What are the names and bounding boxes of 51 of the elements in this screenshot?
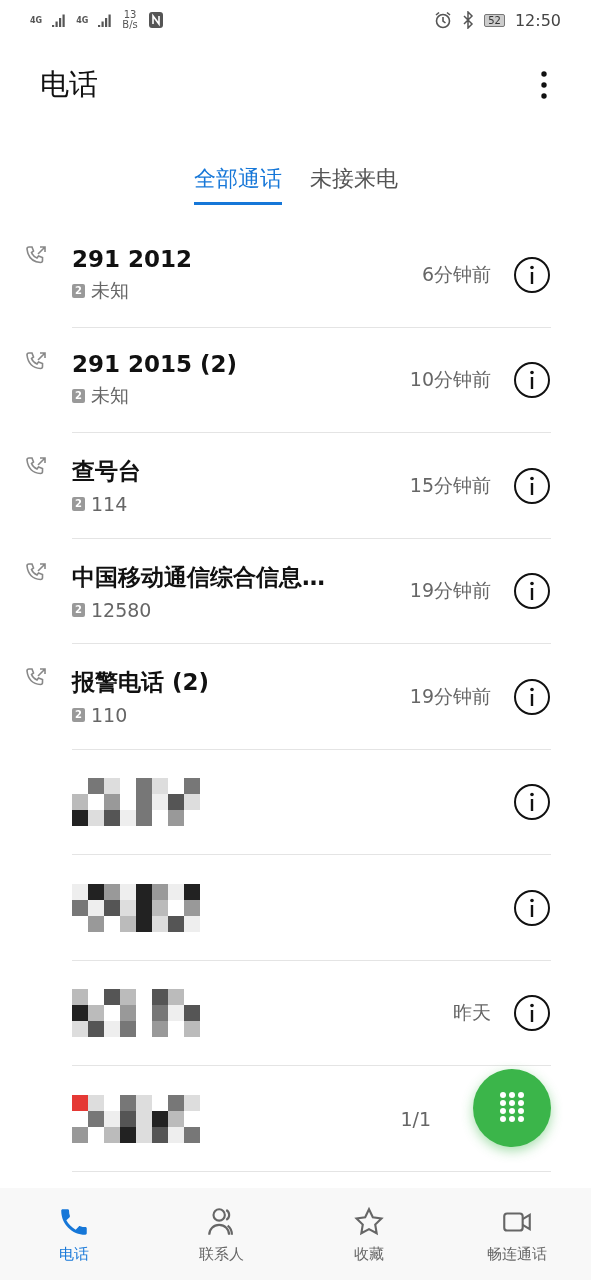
contact-name: 中国移动通信综合信息… [72, 562, 326, 592]
info-icon[interactable] [513, 466, 551, 505]
call-time: 19分钟前 [409, 683, 491, 709]
call-time: 昨天 [453, 1000, 491, 1026]
info-icon[interactable] [513, 361, 551, 400]
dialpad-button[interactable] [473, 1069, 551, 1147]
contact-name: 查号台 [72, 457, 142, 487]
network-label: 4G [76, 15, 89, 25]
phone-number: 110 [90, 704, 128, 727]
battery-level: 52 [484, 13, 505, 27]
contact-name: 291 2012 [72, 245, 194, 272]
call-time: 10分钟前 [409, 367, 491, 393]
sim-badge: 2 [72, 389, 85, 404]
signal-icon [52, 13, 67, 27]
network-label: 4G [30, 15, 43, 25]
nav-tab[interactable]: 畅连通话 [443, 1188, 591, 1280]
call-time: 6分钟前 [421, 261, 491, 287]
nfc-icon [147, 11, 164, 29]
info-icon[interactable] [513, 888, 551, 927]
phone-number: 114 [90, 493, 128, 516]
clock: 12:50 [514, 10, 561, 30]
phone-number: 未知 [90, 277, 129, 303]
bluetooth-icon [462, 11, 475, 29]
phone-number: 12580 [90, 598, 152, 621]
nav-tab[interactable]: 收藏 [295, 1188, 444, 1280]
speed-unit: B/s [122, 20, 138, 30]
call-time: 19分钟前 [409, 578, 491, 604]
more-icon [541, 70, 547, 100]
contact-name: 291 2015 (2) [72, 351, 239, 378]
info-icon[interactable] [513, 677, 551, 716]
info-icon[interactable] [513, 255, 551, 294]
info-icon[interactable] [513, 994, 551, 1033]
info-icon[interactable] [513, 572, 551, 611]
phone-number: 未知 [90, 383, 129, 409]
page-title: 电话 [40, 66, 98, 103]
filter-tab[interactable]: 未接来电 [309, 164, 398, 205]
info-icon[interactable] [513, 783, 551, 822]
filter-tab[interactable]: 全部通话 [193, 164, 282, 205]
signal-icon [98, 13, 113, 27]
nav-tab[interactable]: 电话 [0, 1188, 148, 1280]
sim-badge: 2 [72, 283, 85, 298]
sim-badge: 2 [72, 708, 85, 723]
call-time: 1/1 [400, 1107, 431, 1130]
sim-badge: 2 [72, 497, 85, 512]
call-time: 15分钟前 [409, 472, 491, 498]
alarm-icon [434, 11, 453, 29]
contact-name: 报警电话 (2) [72, 668, 211, 698]
network-speed: 13 [123, 10, 137, 20]
sim-badge: 2 [72, 602, 85, 617]
dialpad-icon [499, 1091, 525, 1125]
nav-tab[interactable]: 联系人 [147, 1188, 296, 1280]
